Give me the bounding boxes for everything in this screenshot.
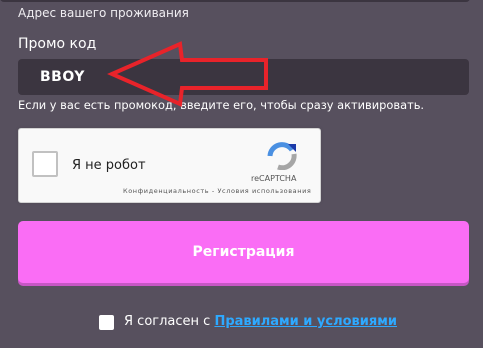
recaptcha-checkbox[interactable] (32, 151, 58, 177)
agreement-checkbox[interactable] (99, 315, 114, 330)
recaptcha-logo-icon (267, 142, 297, 170)
agreement-text: Я согласен с Правилами и условиями (124, 314, 397, 329)
recaptcha-terms[interactable]: Конфиденциальность - Условия использован… (123, 187, 311, 195)
register-button[interactable]: Регистрация (18, 221, 469, 283)
terms-link[interactable]: Правилами и условиями (214, 314, 397, 329)
agreement-prefix: Я согласен с (124, 314, 215, 329)
recaptcha-label: Я не робот (72, 158, 146, 173)
recaptcha-brand: reCAPTCHA (251, 174, 297, 183)
recaptcha-widget: Я не робот reCAPTCHA Конфиденциальность … (18, 128, 321, 203)
